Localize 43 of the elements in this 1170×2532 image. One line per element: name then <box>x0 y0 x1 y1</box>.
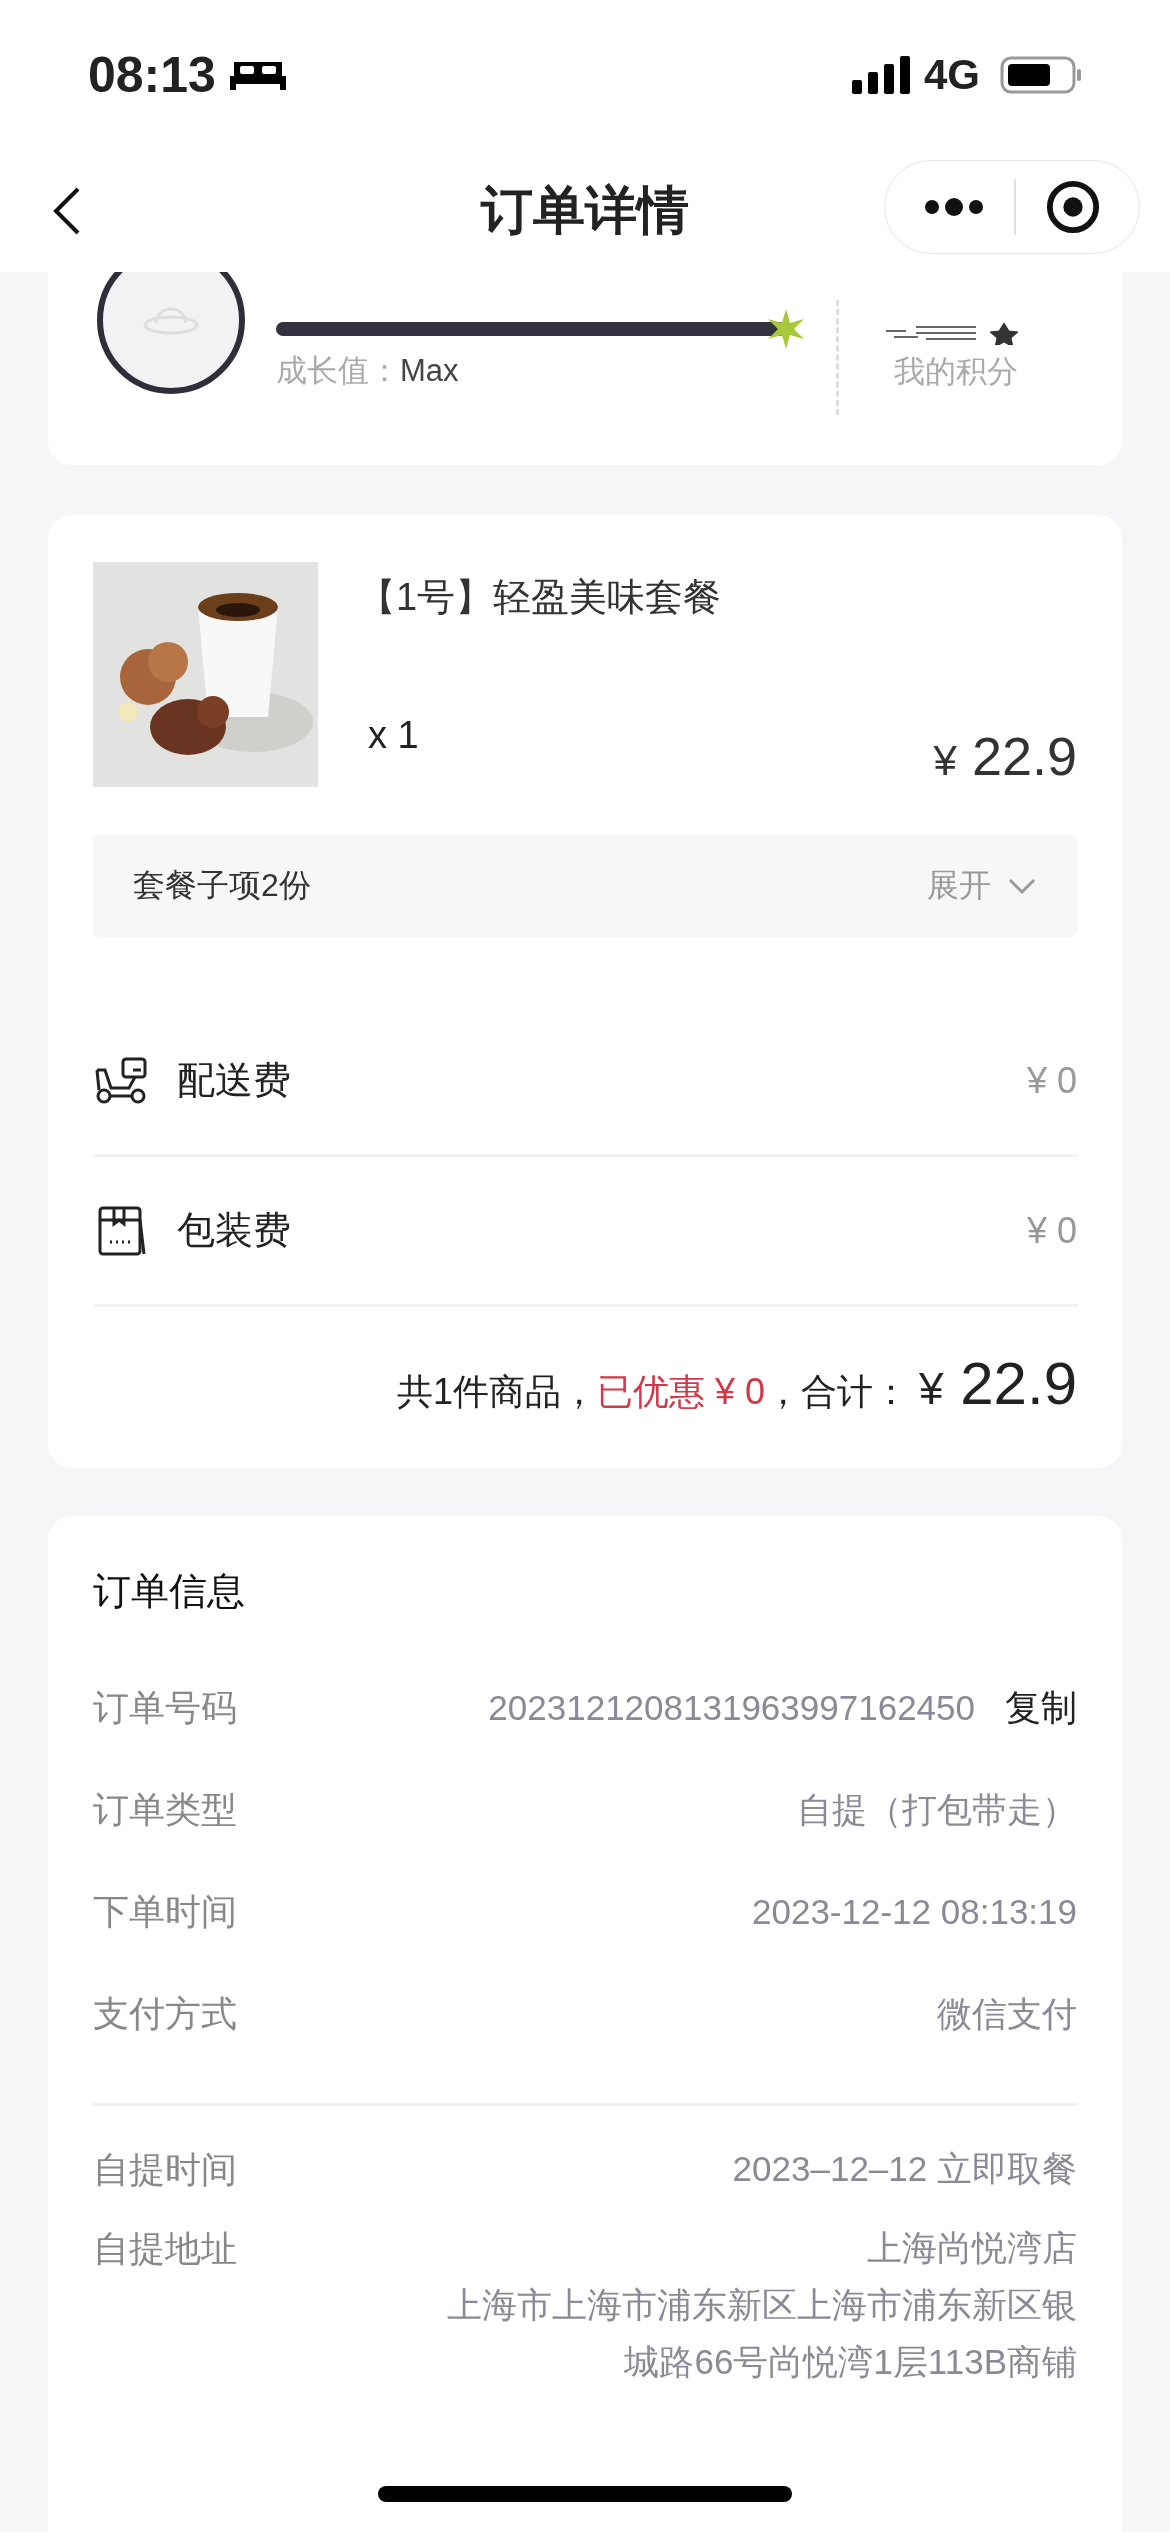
back-icon[interactable] <box>52 185 82 237</box>
signal-icon <box>851 56 910 94</box>
fee-label: 包装费 <box>177 1208 292 1253</box>
info-label: 订单号码 <box>93 1685 237 1730</box>
info-value: 上海市上海市浦东新区上海市浦东新区银 <box>447 2284 1077 2326</box>
page-title: 订单详情 <box>481 180 689 241</box>
info-label: 下单时间 <box>93 1889 237 1934</box>
battery-icon <box>1000 56 1082 94</box>
product-price: ¥ 22.9 <box>933 725 1077 787</box>
info-value: 2023–12–12 立即取餐 <box>732 2148 1077 2190</box>
discount-amount: 已优惠 ¥ 0 <box>597 1370 766 1414</box>
info-value: 自提（打包带走） <box>797 1788 1077 1831</box>
info-label: 订单类型 <box>93 1787 237 1832</box>
sparkle-icon <box>766 309 806 349</box>
growth-value: Max <box>400 353 459 388</box>
section-title: 订单信息 <box>93 1569 246 1614</box>
network-label: 4G <box>923 51 980 99</box>
fee-label: 配送费 <box>177 1058 292 1103</box>
info-value: 城路66号尚悦湾1层113B商铺 <box>624 2341 1077 2383</box>
total-label: ，合计： <box>765 1370 910 1414</box>
info-label: 自提地址 <box>93 2227 237 2271</box>
item-count: 共1件商品， <box>397 1370 597 1414</box>
info-value: 上海尚悦湾店 <box>867 2227 1077 2269</box>
info-label: 支付方式 <box>93 1991 237 2036</box>
copy-link[interactable]: 复制 <box>1005 1683 1077 1733</box>
info-value: 2023121208131963997162450 <box>488 1688 975 1728</box>
total-price: ¥ 22.9 <box>919 1349 1077 1418</box>
close-icon[interactable] <box>1046 180 1100 234</box>
status-time: 08:13 <box>88 46 216 104</box>
info-value: 微信支付 <box>937 1992 1077 2035</box>
product-name: 【1号】轻盈美味套餐 <box>358 575 723 620</box>
fee-amount: ¥ 0 <box>1026 1059 1077 1102</box>
bed-icon <box>229 60 286 90</box>
growth-label: 成长值： <box>276 353 400 388</box>
info-value: 2023-12-12 08:13:19 <box>752 1892 1077 1932</box>
more-icon[interactable] <box>924 197 984 217</box>
fee-amount: ¥ 0 <box>1026 1209 1077 1252</box>
combo-items-label: 套餐子项2份 <box>133 866 311 905</box>
info-label: 自提时间 <box>93 2148 237 2192</box>
avatar-icon <box>96 272 246 395</box>
product-quantity: x 1 <box>368 714 419 757</box>
points-label: 我的积分 <box>893 353 1018 391</box>
combo-items-bar[interactable]: 套餐子项2份 展开 <box>93 835 1077 937</box>
